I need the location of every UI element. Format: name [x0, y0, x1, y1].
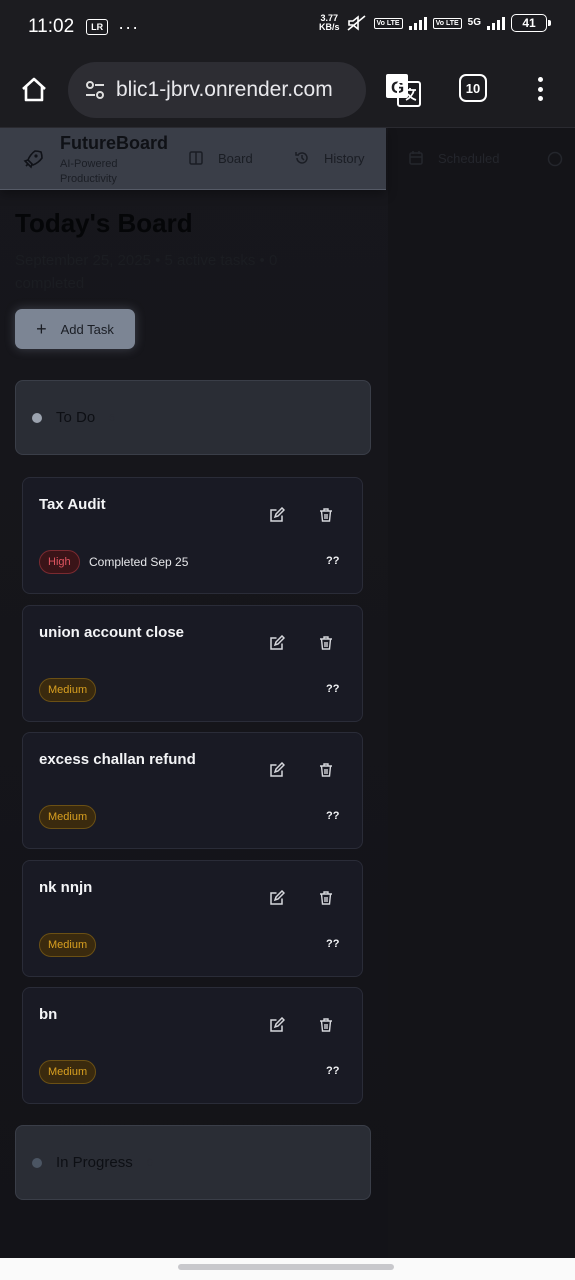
- browser-toolbar: blic1-jbrv.onrender.com G 10: [0, 54, 575, 128]
- app-navbar: FutureBoard AI-Powered Productivity Boar…: [0, 128, 563, 190]
- priority-badge: Medium: [39, 933, 97, 957]
- edit-icon[interactable]: [269, 762, 285, 778]
- clock: 11:02: [28, 16, 75, 37]
- plus-icon: +: [36, 319, 47, 339]
- home-icon: [22, 77, 46, 102]
- status-dot-icon: [32, 1157, 42, 1168]
- brand-title: FutureBoard: [60, 133, 168, 153]
- task-title: Tax Audit: [39, 496, 106, 513]
- task-extra: ??: [326, 810, 340, 822]
- network-type: 5G: [467, 17, 481, 28]
- address-bar[interactable]: blic1-jbrv.onrender.com: [68, 62, 366, 118]
- url-text[interactable]: blic1-jbrv.onrender.com: [116, 78, 333, 102]
- rocket-icon: [23, 150, 43, 169]
- column-name: In Progress: [56, 1154, 133, 1171]
- app-notification-icon: LR: [86, 19, 109, 35]
- tabs-button[interactable]: 10: [459, 74, 487, 102]
- battery-icon: 41: [511, 14, 551, 32]
- nav-scheduled[interactable]: Scheduled: [408, 150, 499, 166]
- column-count: 5: [109, 411, 116, 424]
- board-icon: [189, 151, 203, 165]
- priority-badge: Medium: [39, 678, 97, 702]
- nav-board-label: Board: [218, 150, 253, 166]
- add-task-label: Add Task: [60, 321, 114, 337]
- priority-badge: High: [39, 550, 80, 574]
- priority-badge: Medium: [39, 805, 97, 829]
- task-title: union account close: [39, 624, 185, 641]
- trash-icon[interactable]: [318, 507, 334, 523]
- signal-icon: [408, 16, 427, 30]
- page-title: Today's Board: [15, 208, 193, 238]
- column-name: To Do: [56, 409, 96, 426]
- translate-icon: G: [386, 74, 421, 107]
- mute-icon: [346, 15, 366, 31]
- volte-icon-2: Vo LTE: [432, 17, 462, 29]
- nav-scheduled-label: Scheduled: [438, 150, 500, 166]
- task-title: bn: [39, 1006, 58, 1023]
- task-card[interactable]: Tax Audit High Completed Sep 25 ??: [22, 477, 363, 594]
- task-card[interactable]: bn Medium ??: [22, 987, 363, 1104]
- column-header-in-progress[interactable]: In Progress 0: [15, 1125, 371, 1200]
- task-extra: ??: [326, 938, 340, 950]
- nav-history-label: History: [324, 150, 365, 166]
- translate-button[interactable]: G: [384, 72, 422, 108]
- task-extra: ??: [326, 683, 340, 695]
- trash-icon[interactable]: [318, 1017, 334, 1033]
- completed-date: Completed Sep 25: [89, 555, 189, 569]
- task-card[interactable]: nk nnjn Medium ??: [22, 860, 363, 977]
- gesture-handle[interactable]: [178, 1264, 394, 1270]
- nav-history[interactable]: History: [294, 150, 364, 166]
- web-page: FutureBoard AI-Powered Productivity Boar…: [0, 128, 575, 1258]
- edit-icon[interactable]: [269, 1017, 285, 1033]
- edit-icon[interactable]: [269, 890, 285, 906]
- site-settings-icon[interactable]: [80, 75, 110, 105]
- brand-subtitle: AI-Powered Productivity: [60, 158, 118, 185]
- task-extra: ??: [326, 555, 340, 567]
- priority-badge: Medium: [39, 1060, 97, 1084]
- palette-icon[interactable]: [546, 150, 564, 168]
- status-icons: 3.77 KB/s Vo LTE Vo LTE 5G 41: [318, 13, 551, 32]
- home-button[interactable]: [16, 72, 52, 108]
- trash-icon[interactable]: [318, 890, 334, 906]
- edit-icon[interactable]: [269, 635, 285, 651]
- edit-icon[interactable]: [269, 507, 285, 523]
- task-card[interactable]: excess challan refund Medium ??: [22, 732, 363, 849]
- more-notifications-icon: ···: [118, 16, 140, 37]
- task-title: nk nnjn: [39, 879, 93, 896]
- column-header-todo[interactable]: To Do 5: [15, 380, 371, 455]
- status-bar: 11:02 LR ··· 3.77 KB/s Vo LTE Vo LTE 5G …: [0, 0, 575, 54]
- task-title: excess challan refund: [39, 751, 196, 768]
- network-speed: 3.77 KB/s: [318, 13, 340, 32]
- menu-icon[interactable]: [530, 74, 550, 104]
- calendar-icon: [409, 151, 423, 165]
- nav-board[interactable]: Board: [188, 150, 253, 166]
- task-extra: ??: [326, 1065, 340, 1077]
- board-summary: September 25, 2025 • 5 active tasks • 0 …: [15, 252, 278, 292]
- task-card[interactable]: union account close Medium ??: [22, 605, 363, 722]
- signal-icon-2: [487, 16, 505, 30]
- trash-icon[interactable]: [318, 635, 334, 651]
- volte-icon: Vo LTE: [373, 17, 403, 29]
- column-count: 0: [146, 1156, 153, 1169]
- status-dot-icon: [32, 412, 42, 423]
- trash-icon[interactable]: [318, 762, 334, 778]
- history-icon: [295, 152, 308, 164]
- add-task-button[interactable]: + Add Task: [15, 309, 135, 349]
